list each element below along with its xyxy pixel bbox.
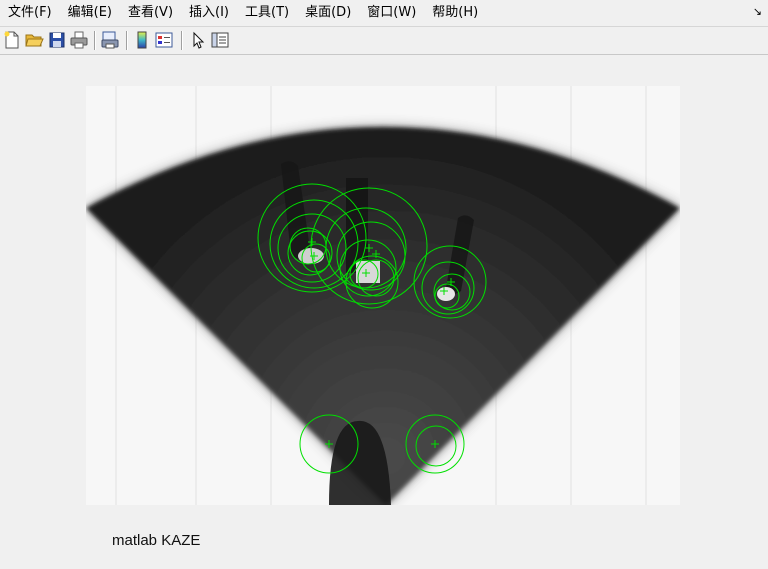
colorbar-icon[interactable]: [132, 30, 152, 50]
menu-edit[interactable]: 编辑(E): [60, 0, 120, 26]
keypoint-circle: [345, 255, 399, 309]
dock-arrow-icon[interactable]: ↘: [753, 5, 762, 18]
menu-tools[interactable]: 工具(T): [237, 0, 297, 26]
keypoint-cross: [325, 440, 333, 448]
open-folder-icon[interactable]: [24, 30, 44, 50]
print-preview-icon[interactable]: [100, 30, 120, 50]
legend-icon[interactable]: [154, 30, 174, 50]
keypoint-cross: [447, 278, 455, 286]
toolbar-separator: [126, 31, 128, 50]
keypoint-overlay: [257, 183, 487, 474]
keypoint-cross: [362, 269, 370, 277]
keypoint-circle: [421, 261, 475, 315]
keypoint-cross: [365, 244, 373, 252]
toolbar-separator: [94, 31, 96, 50]
menu-view[interactable]: 查看(V): [120, 0, 181, 26]
caption-text: matlab KAZE: [112, 532, 201, 549]
print-icon[interactable]: [69, 30, 89, 50]
toolbar-separator: [181, 31, 183, 50]
keypoint-circle: [357, 259, 395, 297]
menu-window[interactable]: 窗口(W): [359, 0, 424, 26]
keypoint-cross: [308, 238, 316, 246]
menu-bar: 文件(F) 编辑(E) 查看(V) 插入(I) 工具(T) 桌面(D) 窗口(W…: [0, 0, 768, 27]
menu-help[interactable]: 帮助(H): [424, 0, 486, 26]
save-icon[interactable]: [47, 30, 67, 50]
keypoint-circle: [433, 273, 471, 311]
figure-toolbar: [0, 27, 768, 55]
new-file-icon[interactable]: [2, 30, 22, 50]
figure-axes[interactable]: [86, 86, 680, 505]
keypoint-circle: [434, 283, 460, 309]
menu-insert[interactable]: 插入(I): [181, 0, 237, 26]
property-editor-icon[interactable]: [210, 30, 230, 50]
pointer-icon[interactable]: [188, 30, 208, 50]
keypoint-cross: [440, 287, 448, 295]
menu-desktop[interactable]: 桌面(D): [297, 0, 359, 26]
menu-file[interactable]: 文件(F): [0, 0, 60, 26]
keypoint-circle: [415, 425, 457, 467]
keypoint-cross: [431, 440, 439, 448]
